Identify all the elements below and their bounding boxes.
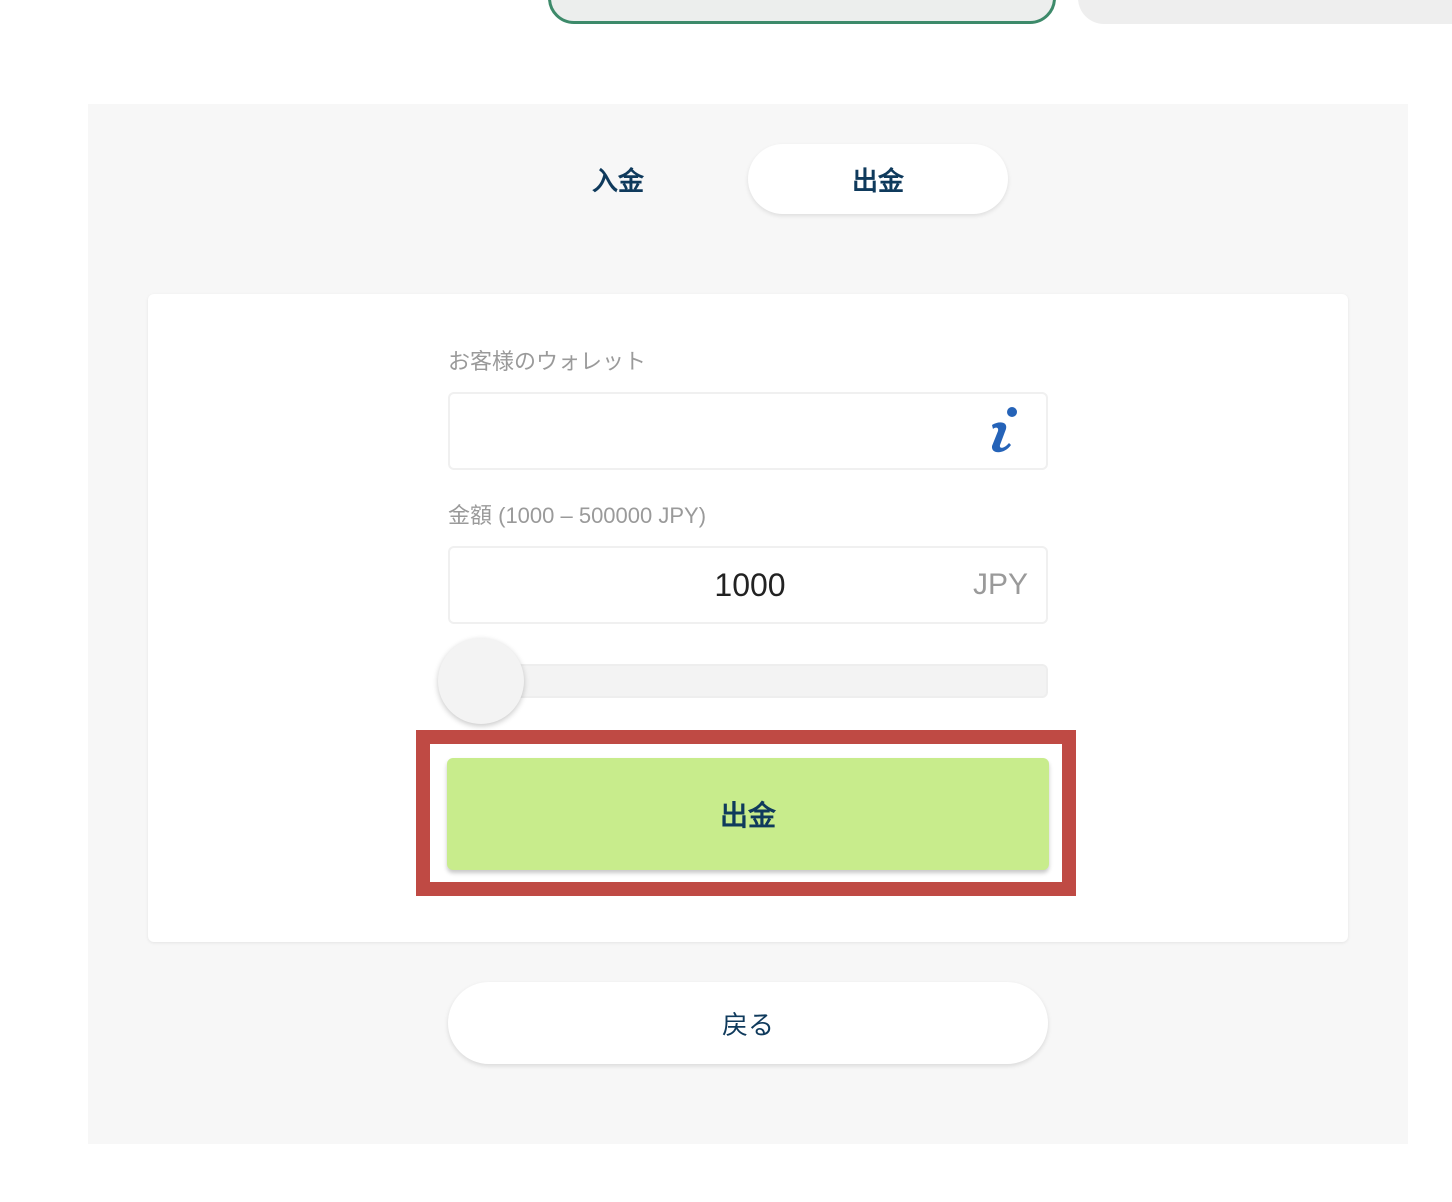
- tab-withdraw[interactable]: 出金: [748, 144, 1008, 214]
- currency-unit: JPY: [972, 568, 1028, 601]
- tab-deposit[interactable]: 入金: [488, 144, 748, 214]
- withdraw-form-card: お客様のウォレット 金額 (1000 – 500000 JPY) JPY 出金: [148, 294, 1348, 942]
- tab-withdraw-label: 出金: [851, 166, 904, 197]
- amount-field-container: JPY: [448, 546, 1050, 624]
- top-tab-inactive[interactable]: [1078, 0, 1452, 24]
- back-button-label: 戻る: [721, 1010, 774, 1041]
- wallet-field-container: [448, 392, 1048, 470]
- amount-slider-handle[interactable]: [438, 638, 524, 724]
- wallet-field-label: お客様のウォレット: [448, 349, 647, 374]
- back-button[interactable]: 戻る: [448, 982, 1048, 1064]
- wallet-input[interactable]: [466, 404, 966, 458]
- withdraw-button-label: 出金: [719, 799, 776, 832]
- tab-deposit-label: 入金: [591, 166, 644, 197]
- wallet-panel: 入金 出金 お客様のウォレット 金額 (1000 – 500000 JPY) J…: [88, 104, 1408, 1144]
- amount-field-label: 金額 (1000 – 500000 JPY): [448, 503, 707, 528]
- withdraw-button[interactable]: 出金: [447, 758, 1049, 870]
- top-tab-active[interactable]: [548, 0, 1056, 24]
- amount-slider-track[interactable]: [448, 664, 1048, 698]
- amount-input[interactable]: [450, 548, 1050, 622]
- info-icon[interactable]: [980, 404, 1024, 458]
